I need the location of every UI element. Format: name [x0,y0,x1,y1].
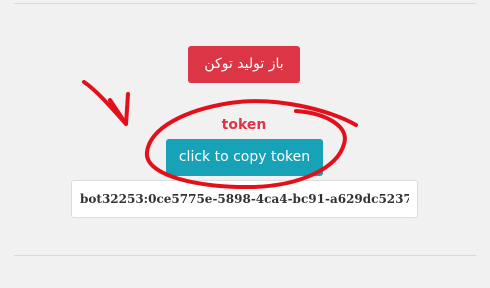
regenerate-token-button[interactable]: باز تولید توکن [188,46,300,83]
token-label: token [221,117,267,133]
annotation-arrow-shaft [82,80,128,126]
annotation-arrow-head [108,92,130,126]
bottom-divider [14,255,476,256]
copy-token-button[interactable]: click to copy token [166,139,323,176]
token-field[interactable] [71,180,418,218]
top-divider [14,3,476,4]
